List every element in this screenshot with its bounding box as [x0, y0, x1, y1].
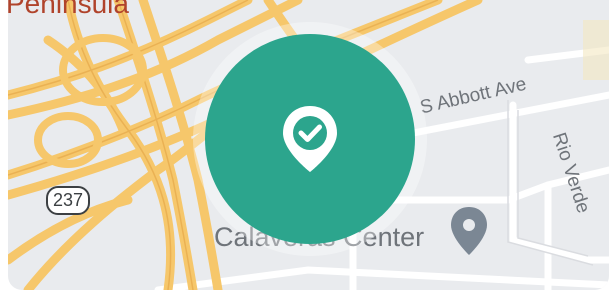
location-marker[interactable] [205, 34, 415, 244]
location-check-icon [283, 106, 337, 172]
map-view[interactable]: Peninsula S Abbott Ave Rio Verde Calaver… [8, 0, 609, 290]
area-label: Peninsula [8, 0, 129, 19]
map-pin-icon[interactable] [448, 205, 490, 257]
route-shield: 237 [46, 186, 90, 215]
